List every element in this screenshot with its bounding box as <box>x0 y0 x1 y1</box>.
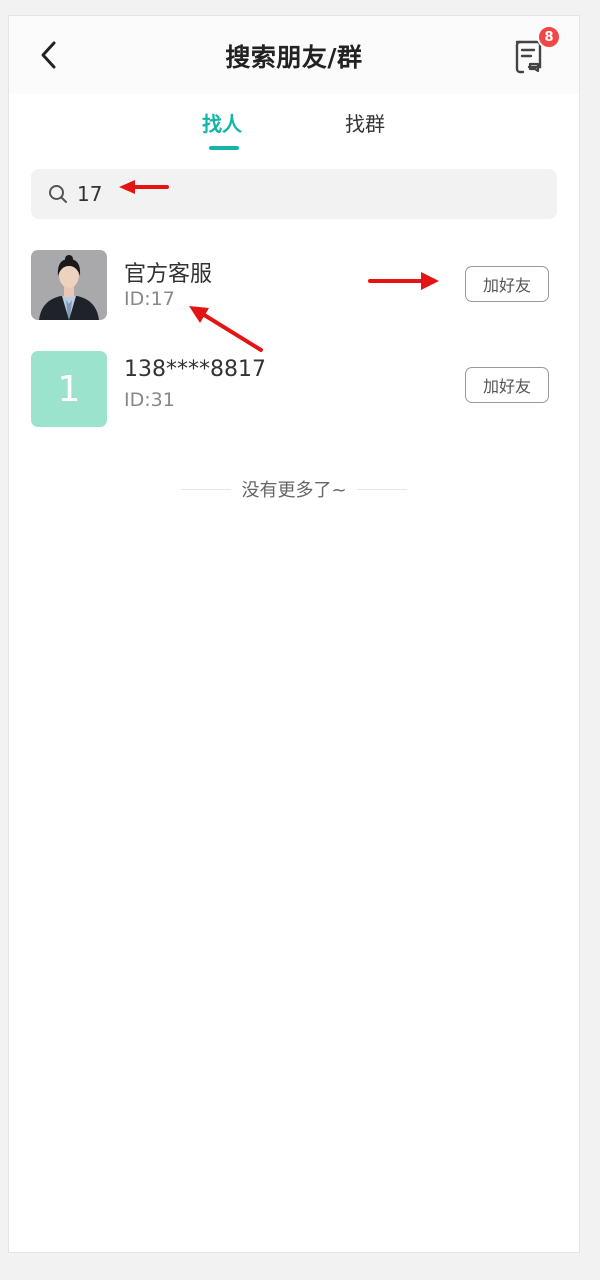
add-friend-button[interactable]: 加好友 <box>465 367 549 403</box>
result-name: 138****8817 <box>124 357 266 382</box>
list-item[interactable]: 官方客服 ID:17 加好友 <box>31 250 557 326</box>
result-id: ID:17 <box>124 288 175 310</box>
nav-header: 搜索朋友/群 8 <box>9 16 579 94</box>
avatar <box>31 250 107 320</box>
no-more-text: 没有更多了~ <box>241 480 347 501</box>
page-title: 搜索朋友/群 <box>225 43 363 72</box>
avatar: 1 <box>31 351 107 427</box>
divider <box>181 488 232 490</box>
list-item[interactable]: 1 138****8817 ID:31 加好友 <box>31 351 557 427</box>
search-icon <box>49 185 67 203</box>
active-tab-indicator <box>209 146 239 150</box>
search-query[interactable]: 17 <box>77 182 102 206</box>
divider <box>356 488 407 490</box>
search-input[interactable]: 17 <box>31 169 557 219</box>
tab-find-groups[interactable]: 找群 <box>345 108 385 137</box>
tab-bar: 找人 找群 <box>9 108 579 158</box>
message-badge: 8 <box>537 25 561 49</box>
no-more-indicator: 没有更多了~ <box>9 476 579 502</box>
result-id: ID:31 <box>124 389 175 411</box>
phone-screen: 搜索朋友/群 8 找人 找群 17 官方客服 ID:17 加好友 1 138**… <box>8 15 580 1253</box>
add-friend-button[interactable]: 加好友 <box>465 266 549 302</box>
result-name: 官方客服 <box>124 262 213 287</box>
tab-find-people[interactable]: 找人 <box>202 108 242 137</box>
